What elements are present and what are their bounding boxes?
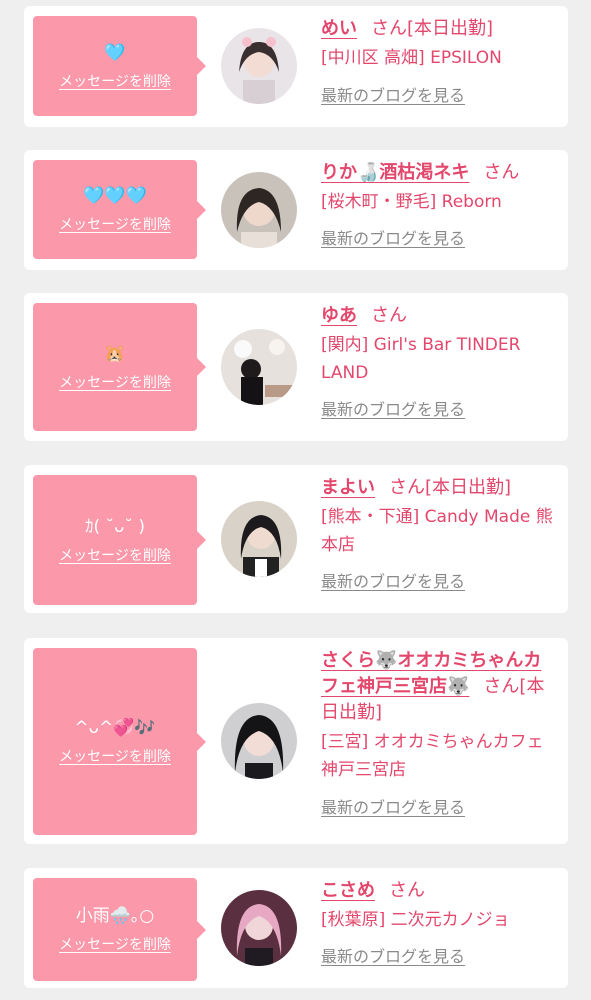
entry-info: ゆあ さん [関内] Girl's Bar TINDER LAND 最新のブログを… xyxy=(321,303,553,420)
honorific: さん xyxy=(483,676,520,697)
shop-text: [熊本・下通] Candy Made 熊本店 xyxy=(321,507,553,555)
entry-info: りか🍶酒枯渇ネキ さん [桜木町・野毛] Reborn 最新のブログを見る xyxy=(321,160,553,249)
delete-message-link[interactable]: メッセージを削除 xyxy=(59,214,171,234)
message-card: ｶ( ˘ᴗ˘ ) メッセージを削除 まよい さん[本日出勤] [熊本・下通] Ca… xyxy=(24,465,568,613)
honorific: さん xyxy=(389,880,425,901)
delete-message-link[interactable]: メッセージを削除 xyxy=(59,934,171,954)
message-bubble: 小雨🌧️｡○ メッセージを削除 xyxy=(33,878,206,981)
message-card: 🩵 メッセージを削除 めい さん[本日出勤] [中川区 高畑] EPSILON 最… xyxy=(24,6,568,127)
entry-info: まよい さん[本日出勤] [熊本・下通] Candy Made 熊本店 最新のブロ… xyxy=(321,475,553,592)
honorific: さん xyxy=(371,18,407,39)
message-bubble: 🩵🩵🩵 メッセージを削除 xyxy=(33,160,206,259)
message-bubble: ｶ( ˘ᴗ˘ ) メッセージを削除 xyxy=(33,475,206,605)
honorific: さん xyxy=(389,477,425,498)
delete-message-link[interactable]: メッセージを削除 xyxy=(59,372,171,392)
girl-name-link[interactable]: めい xyxy=(321,18,357,39)
status-text: [本日出勤] xyxy=(425,477,512,498)
avatar[interactable] xyxy=(221,703,297,779)
message-text: ^ᴗ^💞🎶 xyxy=(74,718,156,738)
message-bubble: 🩵 メッセージを削除 xyxy=(33,16,206,116)
shop-text: [秋葉原] 二次元カノジョ xyxy=(321,910,510,930)
latest-blog-link[interactable]: 最新のブログを見る xyxy=(321,225,465,249)
message-card: ^ᴗ^💞🎶 メッセージを削除 さくら🐺オオカミちゃんカフェ神戸三宮店🐺 さん[本日… xyxy=(24,638,568,844)
message-card: 小雨🌧️｡○ メッセージを削除 こさめ さん [秋葉原] 二次元カノジョ 最新のブ… xyxy=(24,868,568,988)
shop-text: [中川区 高畑] EPSILON xyxy=(321,48,502,68)
shop-text: [桜木町・野毛] Reborn xyxy=(321,192,502,212)
message-text: 🐹 xyxy=(104,343,126,364)
message-text: 🩵 xyxy=(104,42,126,63)
latest-blog-link[interactable]: 最新のブログを見る xyxy=(321,396,465,420)
delete-message-link[interactable]: メッセージを削除 xyxy=(59,545,171,565)
status-text: [本日出勤] xyxy=(407,18,494,39)
avatar[interactable] xyxy=(221,329,297,405)
entry-info: こさめ さん [秋葉原] 二次元カノジョ 最新のブログを見る xyxy=(321,878,553,967)
honorific: さん xyxy=(371,305,407,326)
message-bubble: ^ᴗ^💞🎶 メッセージを削除 xyxy=(33,648,206,835)
entry-info: さくら🐺オオカミちゃんカフェ神戸三宮店🐺 さん[本日出勤] [三宮] オオカミちゃ… xyxy=(321,648,553,818)
girl-name-link[interactable]: こさめ xyxy=(321,880,375,901)
girl-name-link[interactable]: ゆあ xyxy=(321,305,357,326)
message-text: 小雨🌧️｡○ xyxy=(75,906,155,926)
latest-blog-link[interactable]: 最新のブログを見る xyxy=(321,794,465,818)
honorific: さん xyxy=(483,162,520,183)
girl-name-link[interactable]: りか🍶酒枯渇ネキ xyxy=(321,162,469,183)
delete-message-link[interactable]: メッセージを削除 xyxy=(59,746,171,766)
shop-text: [関内] Girl's Bar TINDER LAND xyxy=(321,335,521,383)
entry-info: めい さん[本日出勤] [中川区 高畑] EPSILON 最新のブログを見る xyxy=(321,16,553,106)
message-bubble: 🐹 メッセージを削除 xyxy=(33,303,206,431)
latest-blog-link[interactable]: 最新のブログを見る xyxy=(321,82,465,106)
avatar[interactable] xyxy=(221,890,297,966)
message-card: 🩵🩵🩵 メッセージを削除 りか🍶酒枯渇ネキ さん [桜木町・野毛] Reborn … xyxy=(24,150,568,270)
message-text: 🩵🩵🩵 xyxy=(83,186,147,206)
girl-name-link[interactable]: まよい xyxy=(321,477,375,498)
avatar[interactable] xyxy=(221,501,297,577)
shop-text: [三宮] オオカミちゃんカフェ神戸三宮店 xyxy=(321,732,544,780)
latest-blog-link[interactable]: 最新のブログを見る xyxy=(321,568,465,592)
latest-blog-link[interactable]: 最新のブログを見る xyxy=(321,943,465,967)
message-card: 🐹 メッセージを削除 ゆあ さん [関内] Girl's Bar TINDER L… xyxy=(24,293,568,441)
message-text: ｶ( ˘ᴗ˘ ) xyxy=(85,516,145,537)
delete-message-link[interactable]: メッセージを削除 xyxy=(59,71,171,91)
avatar[interactable] xyxy=(221,28,297,104)
avatar[interactable] xyxy=(221,172,297,248)
